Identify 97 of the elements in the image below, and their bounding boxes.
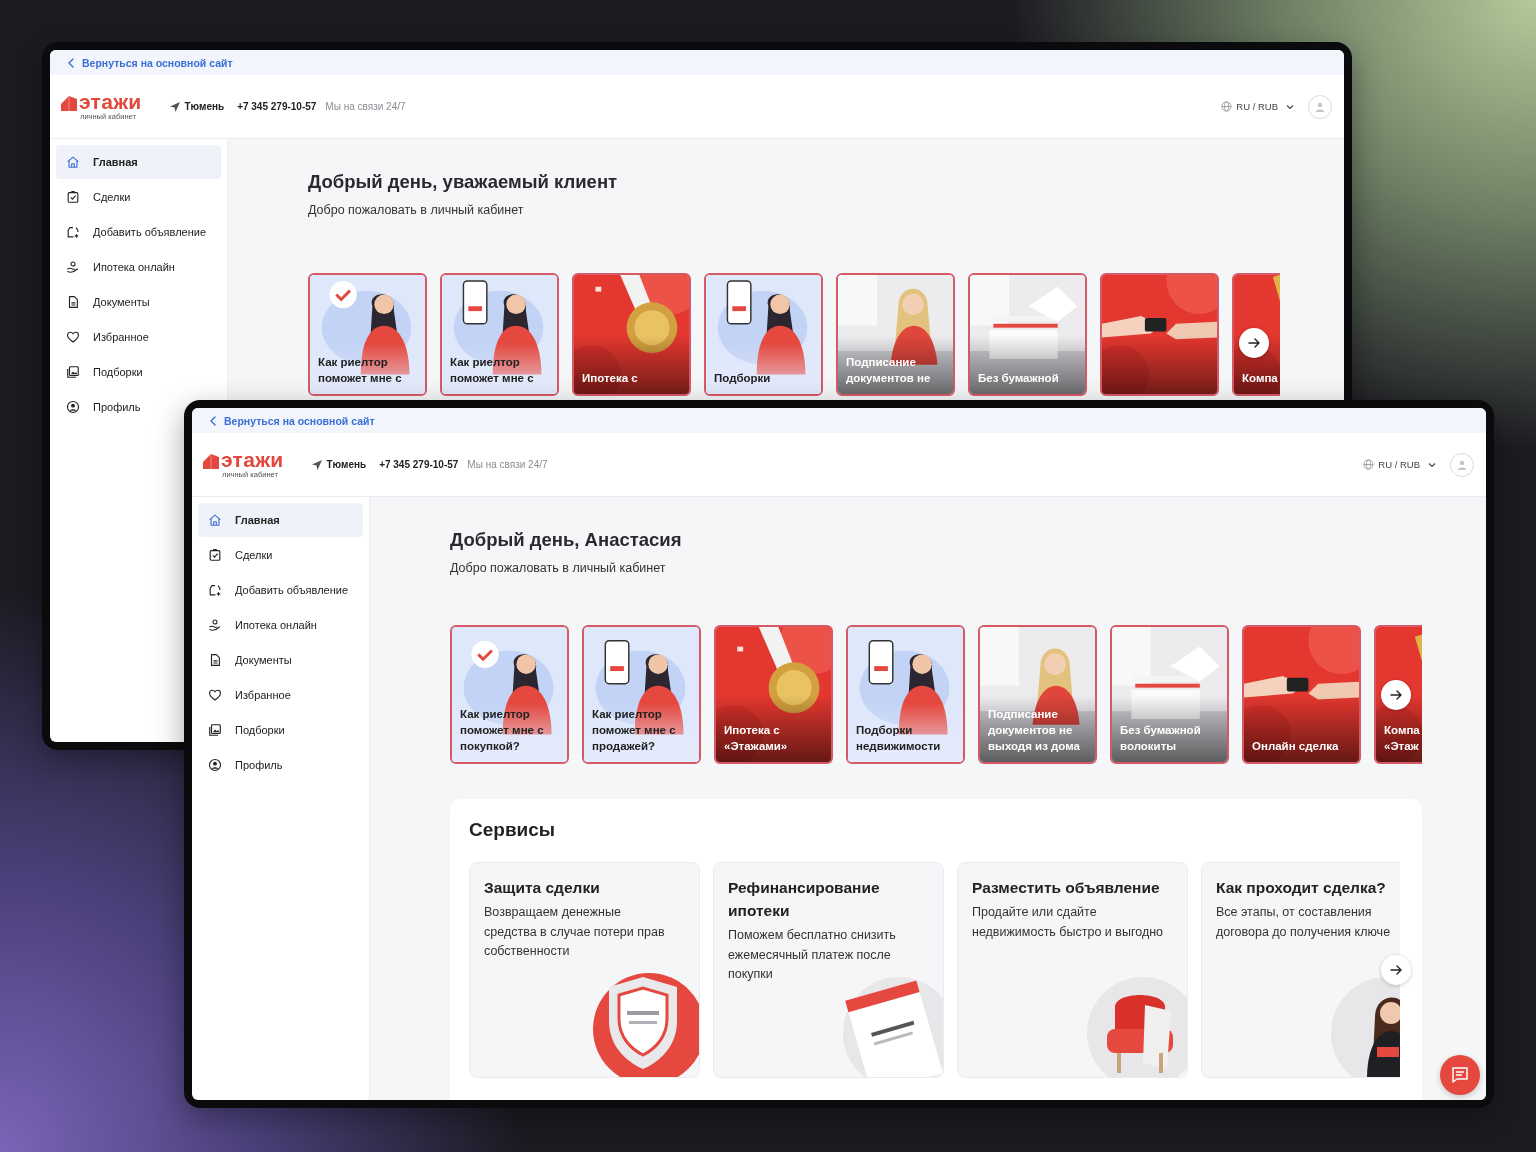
back-to-site-link[interactable]: Вернуться на основной сайт bbox=[224, 414, 375, 427]
location-arrow-icon bbox=[311, 459, 322, 470]
sidebar-item[interactable]: Ипотека онлайн bbox=[56, 250, 185, 284]
support-hours: Мы на связи 24/7 bbox=[467, 459, 548, 470]
service-title: Рефинансирование ипотеки bbox=[728, 878, 881, 921]
heart-icon bbox=[66, 330, 80, 344]
sidebar-item[interactable]: Сделки bbox=[198, 538, 283, 572]
story-title: Подборки недвижимости bbox=[856, 723, 942, 754]
welcome-text: Добро пожаловать в личный кабинет bbox=[450, 561, 667, 575]
story-title: Ипотека с bbox=[582, 371, 639, 386]
chevron-left-icon bbox=[208, 414, 216, 427]
story-card[interactable]: Подборки bbox=[704, 273, 823, 396]
phone-number[interactable]: +7 345 279-10-57 bbox=[237, 101, 317, 112]
arrow-right-icon bbox=[1389, 688, 1403, 702]
sidebar-item[interactable]: Избранное bbox=[56, 320, 159, 354]
next-button[interactable] bbox=[1381, 955, 1411, 985]
clipboard-check-icon bbox=[66, 190, 80, 204]
logo-icon bbox=[61, 95, 77, 111]
service-title: Как проходит сделка? bbox=[1216, 878, 1387, 898]
story-card[interactable]: Без бумажной волокиты bbox=[1110, 625, 1229, 764]
story-title: Ипотека с «Этажами» bbox=[724, 723, 789, 754]
sidebar-item[interactable]: Избранное bbox=[198, 678, 301, 712]
arrow-right-icon bbox=[1247, 336, 1261, 350]
story-title: Без бумажной волокиты bbox=[1120, 723, 1202, 754]
story-title: Без бумажной bbox=[978, 371, 1060, 386]
story-card[interactable]: Подборки недвижимости bbox=[846, 625, 965, 764]
sidebar-item[interactable]: Подборки bbox=[198, 713, 295, 747]
sidebar-item[interactable]: Главная bbox=[198, 503, 363, 537]
add-shape-icon bbox=[66, 225, 80, 239]
hand-coin-icon bbox=[66, 260, 80, 274]
service-description: Возвращаем денежные средства в случае потери прав собственности bbox=[484, 904, 666, 960]
hand-coin-icon bbox=[208, 618, 222, 632]
back-to-site-link[interactable]: Вернуться на основной сайт bbox=[82, 56, 233, 69]
globe-icon bbox=[1363, 459, 1375, 470]
chevron-down-icon bbox=[1428, 461, 1436, 468]
support-hours: Мы на связи 24/7 bbox=[325, 101, 406, 112]
sidebar-item[interactable]: Добавить объявление bbox=[56, 215, 217, 249]
clipboard-check-icon bbox=[208, 548, 222, 562]
locale-selector[interactable]: RU / RUB bbox=[1236, 101, 1278, 112]
sidebar-item[interactable]: Главная bbox=[56, 145, 221, 179]
user-circle-icon bbox=[208, 758, 222, 772]
phone-number[interactable]: +7 345 279-10-57 bbox=[379, 459, 459, 470]
sidebar-item[interactable]: Подборки bbox=[56, 355, 153, 389]
story-title: Онлайн сделка bbox=[1252, 739, 1340, 754]
city-label[interactable]: Тюмень bbox=[326, 459, 367, 470]
story-card[interactable]: Ипотека с «Этажами» bbox=[714, 625, 833, 764]
sidebar-item[interactable]: Сделки bbox=[56, 180, 141, 214]
service-title: Защита сделки bbox=[484, 878, 601, 898]
user-icon bbox=[1315, 100, 1325, 113]
service-description: Все этапы, от составления договора до получения ключе bbox=[1216, 904, 1392, 941]
home-icon bbox=[66, 155, 80, 169]
greeting-title: Добрый день, Анастасия bbox=[450, 529, 683, 551]
logo-text: этажи bbox=[221, 450, 284, 469]
greeting-title: Добрый день, уважаемый клиент bbox=[308, 171, 619, 193]
heart-icon bbox=[208, 688, 222, 702]
globe-icon bbox=[1221, 101, 1233, 112]
service-description: Продайте или сдайте недвижимость быстро и выгодно bbox=[972, 904, 1164, 941]
chat-icon bbox=[1451, 1066, 1469, 1084]
user-icon bbox=[1457, 458, 1467, 471]
story-title: Подборки bbox=[714, 371, 772, 386]
sidebar-item[interactable]: Документы bbox=[56, 285, 160, 319]
section-title: Сервисы bbox=[469, 819, 557, 841]
sidebar-item[interactable]: Профиль bbox=[198, 748, 293, 782]
city-label[interactable]: Тюмень bbox=[184, 101, 225, 112]
document-icon bbox=[208, 653, 222, 667]
logo-icon bbox=[203, 453, 219, 469]
story-card[interactable]: Без бумажной bbox=[968, 273, 1087, 396]
location-arrow-icon bbox=[169, 101, 180, 112]
gallery-icon bbox=[66, 365, 80, 379]
chevron-down-icon bbox=[1286, 103, 1294, 110]
story-title: Подписание документов не bbox=[846, 355, 932, 386]
service-card[interactable]: Как проходит сделка? Все этапы, от составления договора до получения ключе bbox=[1201, 862, 1400, 1078]
story-title: Компа «Этаж bbox=[1384, 723, 1421, 754]
service-title: Разместить объявление bbox=[972, 878, 1161, 898]
chevron-left-icon bbox=[66, 56, 74, 69]
service-card[interactable]: Разместить объявление Продайте или сдайте недвижимость быстро и выгодно bbox=[957, 862, 1188, 1078]
logo-text: этажи bbox=[79, 92, 142, 111]
sidebar-item[interactable]: Профиль bbox=[56, 390, 151, 424]
gallery-icon bbox=[208, 723, 222, 737]
welcome-text: Добро пожаловать в личный кабинет bbox=[308, 203, 525, 217]
home-icon bbox=[208, 513, 222, 527]
sidebar-item[interactable]: Ипотека онлайн bbox=[198, 608, 327, 642]
add-shape-icon bbox=[208, 583, 222, 597]
arrow-right-icon bbox=[1389, 963, 1403, 977]
story-card[interactable]: Ипотека с bbox=[572, 273, 691, 396]
service-card[interactable]: Защита сделки Возвращаем денежные средства в случае потери прав собственности bbox=[469, 862, 700, 1078]
story-title: Компа bbox=[1242, 371, 1279, 386]
document-icon bbox=[66, 295, 80, 309]
locale-selector[interactable]: RU / RUB bbox=[1378, 459, 1420, 470]
sidebar-item[interactable]: Документы bbox=[198, 643, 302, 677]
user-circle-icon bbox=[66, 400, 80, 414]
story-card[interactable]: Компа «Этаж bbox=[1374, 625, 1422, 764]
sidebar-item[interactable]: Добавить объявление bbox=[198, 573, 359, 607]
story-card[interactable]: Онлайн сделка bbox=[1242, 625, 1361, 764]
service-description: Поможем бесплатно снизить ежемесячный платеж после покупки bbox=[728, 927, 897, 983]
service-card[interactable]: Рефинансирование ипотеки Поможем бесплатно снизить ежемесячный платеж после покупки bbox=[713, 862, 944, 1078]
story-card[interactable]: Подписание документов не bbox=[836, 273, 955, 396]
